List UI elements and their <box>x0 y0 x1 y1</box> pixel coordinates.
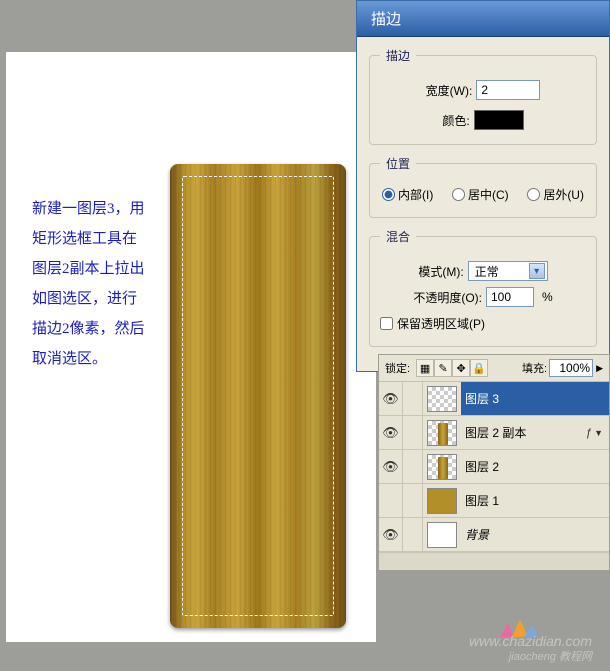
width-label: 宽度(W): <box>426 82 473 99</box>
fill-arrow-icon[interactable]: ▶ <box>596 363 603 374</box>
visibility-icon[interactable] <box>379 484 403 517</box>
layer-label[interactable]: 图层 1 <box>461 484 609 517</box>
fx-badge[interactable]: ƒ▼ <box>586 427 603 439</box>
color-label: 颜色: <box>442 112 469 129</box>
layer-thumbnail[interactable] <box>427 488 457 514</box>
canvas[interactable]: 新建一图层3，用 矩形选框工具在 图层2副本上拉出 如图选区，进行 描边2像素，… <box>6 52 376 642</box>
layer-row[interactable]: 图层 1 <box>379 484 609 518</box>
visibility-icon[interactable]: 👁 <box>379 416 403 449</box>
stroke-dialog: 描边 描边 宽度(W): 颜色: 位置 内部(I) 居中(C) 居外(U) <box>356 0 610 372</box>
pos-outside-radio[interactable]: 居外(U) <box>527 186 584 203</box>
opacity-input[interactable] <box>486 287 534 307</box>
layer-label[interactable]: 背景 <box>461 518 609 551</box>
blend-legend: 混合 <box>380 228 416 245</box>
layers-panel: 锁定: ▦ ✎ ✥ 🔒 填充: ▶ 👁 图层 3 👁 <box>378 354 610 571</box>
layers-footer <box>379 552 609 570</box>
visibility-icon[interactable]: 👁 <box>379 450 403 483</box>
wood-panel <box>170 164 346 628</box>
layer-row[interactable]: 👁 背景 <box>379 518 609 552</box>
link-cell[interactable] <box>403 450 423 483</box>
dialog-title[interactable]: 描边 <box>357 1 609 37</box>
percent-label: % <box>542 290 553 304</box>
instruction-text: 新建一图层3，用 矩形选框工具在 图层2副本上拉出 如图选区，进行 描边2像素，… <box>32 194 172 374</box>
watermark-text: www.chazidian.com jiaocheng 教程网 <box>469 633 592 665</box>
chevron-down-icon: ▾ <box>529 263 545 279</box>
opacity-label: 不透明度(O): <box>413 289 482 306</box>
blend-group: 混合 模式(M): 正常 ▾ 不透明度(O): % 保留透明区域(P) <box>369 228 597 347</box>
mode-label: 模式(M): <box>418 263 463 280</box>
position-legend: 位置 <box>380 155 416 172</box>
layer-thumbnail[interactable] <box>427 522 457 548</box>
layer-label[interactable]: 图层 2 副本 <box>461 416 586 449</box>
layer-list: 👁 图层 3 👁 图层 2 副本 ƒ▼ 👁 图层 2 <box>379 382 609 552</box>
lock-position-icon[interactable]: ✥ <box>452 359 470 377</box>
visibility-icon[interactable]: 👁 <box>379 382 403 415</box>
selection-marquee <box>182 176 334 616</box>
layer-label[interactable]: 图层 2 <box>461 450 609 483</box>
layer-thumbnail[interactable] <box>427 454 457 480</box>
layer-thumbnail[interactable] <box>427 386 457 412</box>
layer-row[interactable]: 👁 图层 2 副本 ƒ▼ <box>379 416 609 450</box>
link-cell[interactable] <box>403 382 423 415</box>
pos-center-radio[interactable]: 居中(C) <box>452 186 509 203</box>
stroke-group: 描边 宽度(W): 颜色: <box>369 47 597 145</box>
width-input[interactable] <box>476 80 540 100</box>
lock-label: 锁定: <box>385 360 410 376</box>
layer-label[interactable]: 图层 3 <box>461 382 609 415</box>
link-cell[interactable] <box>403 484 423 517</box>
layers-toolbar: 锁定: ▦ ✎ ✥ 🔒 填充: ▶ <box>379 355 609 382</box>
lock-all-icon[interactable]: 🔒 <box>470 359 488 377</box>
layer-thumbnail[interactable] <box>427 420 457 446</box>
workspace: 新建一图层3，用 矩形选框工具在 图层2副本上拉出 如图选区，进行 描边2像素，… <box>0 0 610 671</box>
lock-image-icon[interactable]: ✎ <box>434 359 452 377</box>
stroke-legend: 描边 <box>380 47 416 64</box>
visibility-icon[interactable]: 👁 <box>379 518 403 551</box>
pos-inside-radio[interactable]: 内部(I) <box>382 186 433 203</box>
link-cell[interactable] <box>403 518 423 551</box>
layer-row[interactable]: 👁 图层 3 <box>379 382 609 416</box>
link-cell[interactable] <box>403 416 423 449</box>
preserve-transparency-checkbox[interactable]: 保留透明区域(P) <box>380 315 586 332</box>
position-group: 位置 内部(I) 居中(C) 居外(U) <box>369 155 597 218</box>
mode-select[interactable]: 正常 ▾ <box>468 261 548 281</box>
lock-transparency-icon[interactable]: ▦ <box>416 359 434 377</box>
fill-label: 填充: <box>522 360 547 376</box>
fill-input[interactable] <box>549 359 593 377</box>
layer-row[interactable]: 👁 图层 2 <box>379 450 609 484</box>
color-swatch[interactable] <box>474 110 524 130</box>
